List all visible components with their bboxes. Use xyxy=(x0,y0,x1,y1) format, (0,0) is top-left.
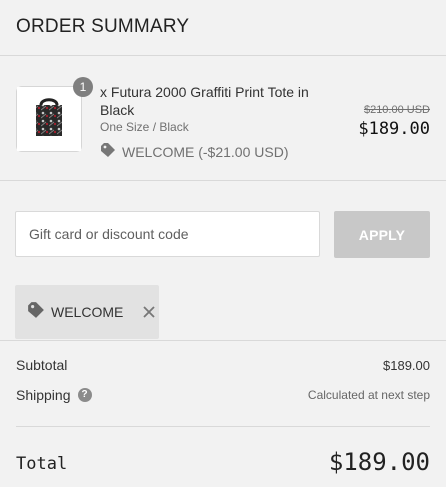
subtotal-value: $189.00 xyxy=(383,357,430,373)
close-icon xyxy=(143,306,155,318)
tag-icon xyxy=(100,142,116,161)
shipping-value: Calculated at next step xyxy=(307,388,430,402)
shipping-label-group: Shipping ? xyxy=(16,387,92,403)
discounted-price: $189.00 xyxy=(358,119,430,139)
item-price: $210.00 USD $189.00 xyxy=(358,104,430,139)
tag-icon xyxy=(27,301,45,324)
product-variant: One Size / Black xyxy=(100,120,189,134)
summary-divider xyxy=(0,340,446,341)
subtotal-label: Subtotal xyxy=(16,357,68,373)
applied-code-label: WELCOME xyxy=(51,304,124,320)
item-discount: WELCOME (-$21.00 USD) xyxy=(100,142,288,161)
original-price: $210.00 USD xyxy=(363,104,430,116)
shipping-label: Shipping xyxy=(16,387,71,403)
discount-text: WELCOME (-$21.00 USD) xyxy=(122,143,289,160)
total-value: $189.00 xyxy=(328,448,430,476)
remove-discount-button[interactable] xyxy=(141,304,157,320)
product-name: x Futura 2000 Graffiti Print Tote in Bla… xyxy=(100,84,309,118)
shipping-row: Shipping ? Calculated at next step xyxy=(16,387,430,403)
help-icon[interactable]: ? xyxy=(77,388,92,402)
total-label: Total xyxy=(16,454,68,474)
order-summary-title: ORDER SUMMARY xyxy=(16,16,190,37)
top-divider xyxy=(0,55,446,56)
subtotal-row: Subtotal $189.00 xyxy=(16,357,430,373)
item-divider xyxy=(0,180,446,181)
discount-code-input[interactable] xyxy=(15,211,320,257)
apply-button[interactable]: APPLY xyxy=(334,211,430,258)
applied-discount-chip: WELCOME xyxy=(15,285,159,339)
total-divider xyxy=(16,426,430,427)
product-thumbnail xyxy=(16,86,82,152)
quantity-badge: 1 xyxy=(73,77,93,97)
tote-bag-image xyxy=(17,87,81,151)
